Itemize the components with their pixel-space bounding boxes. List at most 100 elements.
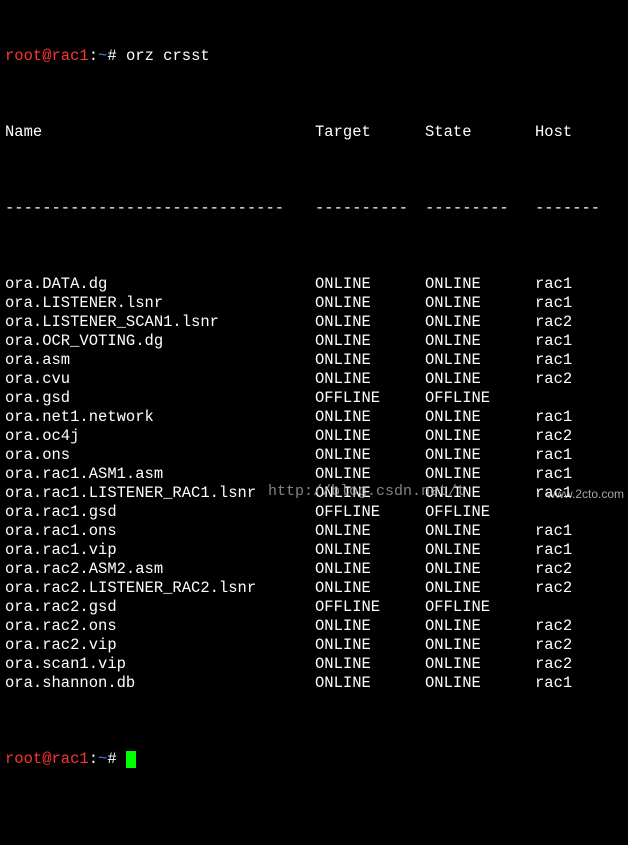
- cell-name: ora.net1.network: [5, 408, 154, 426]
- cell-target: ONLINE: [315, 636, 371, 654]
- table-row: ora.rac1.vip ONLINE ONLINE rac1: [5, 541, 628, 560]
- cell-host: rac2: [535, 579, 573, 597]
- cell-name: ora.scan1.vip: [5, 655, 126, 673]
- header-target: Target: [315, 123, 371, 141]
- cell-target: ONLINE: [315, 427, 371, 445]
- cell-target: ONLINE: [315, 275, 371, 293]
- prompt-path: ~: [98, 47, 108, 65]
- cell-host: rac1: [535, 408, 573, 426]
- cell-name: ora.cvu: [5, 370, 71, 388]
- prompt-user: root@rac1: [5, 47, 89, 65]
- cell-state: ONLINE: [425, 560, 481, 578]
- table-row: ora.OCR_VOTING.dg ONLINE ONLINE rac1: [5, 332, 628, 351]
- cell-name: ora.shannon.db: [5, 674, 136, 692]
- cell-name: ora.ons: [5, 446, 71, 464]
- rule-target: ----------: [315, 199, 409, 217]
- cell-state: ONLINE: [425, 294, 481, 312]
- active-prompt-line[interactable]: root@rac1: ~ #: [5, 750, 628, 769]
- table-row: ora.oc4j ONLINE ONLINE rac2: [5, 427, 628, 446]
- cell-host: rac2: [535, 313, 573, 331]
- cell-target: OFFLINE: [315, 389, 381, 407]
- table-row: ora.DATA.dg ONLINE ONLINE rac1: [5, 275, 628, 294]
- cell-name: ora.rac1.gsd: [5, 503, 117, 521]
- cell-target: ONLINE: [315, 408, 371, 426]
- table-row: ora.rac2.ons ONLINE ONLINE rac2: [5, 617, 628, 636]
- prompt-symbol: #: [107, 750, 117, 768]
- prompt-separator: :: [88, 750, 99, 768]
- cell-target: ONLINE: [315, 560, 371, 578]
- cell-state: ONLINE: [425, 579, 481, 597]
- table-row: ora.LISTENER_SCAN1.lsnr ONLINE ONLINE rac2: [5, 313, 628, 332]
- cell-host: rac1: [535, 674, 573, 692]
- table-row: ora.net1.network ONLINE ONLINE rac1: [5, 408, 628, 427]
- table-row: ora.rac2.LISTENER_RAC2.lsnr ONLINE ONLINE r…: [5, 579, 628, 598]
- cell-target: ONLINE: [315, 294, 371, 312]
- cell-host: rac2: [535, 370, 573, 388]
- cell-host: rac1: [535, 351, 573, 369]
- prompt-path: ~: [98, 750, 108, 768]
- cell-target: ONLINE: [315, 541, 371, 559]
- cell-name: ora.LISTENER_SCAN1.lsnr: [5, 313, 219, 331]
- cell-host: rac1: [535, 294, 573, 312]
- cell-state: OFFLINE: [425, 503, 491, 521]
- table-row: ora.rac2.ASM2.asm ONLINE ONLINE rac2: [5, 560, 628, 579]
- cell-state: OFFLINE: [425, 598, 491, 616]
- table-row: ora.gsd OFFLINE OFFLINE: [5, 389, 628, 408]
- cell-host: rac2: [535, 427, 573, 445]
- cell-state: OFFLINE: [425, 389, 491, 407]
- cell-target: ONLINE: [315, 446, 371, 464]
- cell-name: ora.DATA.dg: [5, 275, 108, 293]
- prompt-user: root@rac1: [5, 750, 89, 768]
- cell-state: ONLINE: [425, 408, 481, 426]
- table-row: ora.rac1.gsd OFFLINE OFFLINE: [5, 503, 628, 522]
- brand-logo-text: www.2cto.com: [546, 487, 624, 501]
- header-state: State: [425, 123, 472, 141]
- cell-name: ora.asm: [5, 351, 71, 369]
- cell-name: ora.rac2.gsd: [5, 598, 117, 616]
- prompt-symbol: #: [107, 47, 117, 65]
- cell-target: OFFLINE: [315, 598, 381, 616]
- watermark-url: http://blog.csdn.net/t: [268, 483, 467, 500]
- cell-host: rac1: [535, 332, 573, 350]
- cell-target: ONLINE: [315, 579, 371, 597]
- cell-state: ONLINE: [425, 427, 481, 445]
- cell-target: ONLINE: [315, 351, 371, 369]
- cell-name: ora.rac1.ons: [5, 522, 117, 540]
- table-row: ora.rac2.vip ONLINE ONLINE rac2: [5, 636, 628, 655]
- cell-name: ora.OCR_VOTING.dg: [5, 332, 164, 350]
- header-host: Host: [535, 123, 573, 141]
- cell-target: ONLINE: [315, 370, 371, 388]
- cell-state: ONLINE: [425, 674, 481, 692]
- cell-host: rac1: [535, 446, 573, 464]
- cell-state: ONLINE: [425, 522, 481, 540]
- cell-host: rac1: [535, 522, 573, 540]
- cell-name: ora.rac2.vip: [5, 636, 117, 654]
- cell-name: ora.rac2.LISTENER_RAC2.lsnr: [5, 579, 257, 597]
- cell-state: ONLINE: [425, 541, 481, 559]
- table-row: ora.rac2.gsd OFFLINE OFFLINE: [5, 598, 628, 617]
- cell-name: ora.gsd: [5, 389, 71, 407]
- cell-target: ONLINE: [315, 332, 371, 350]
- cell-state: ONLINE: [425, 617, 481, 635]
- cell-name: ora.oc4j: [5, 427, 80, 445]
- cell-host: rac1: [535, 465, 573, 483]
- cell-target: ONLINE: [315, 522, 371, 540]
- cell-name: ora.LISTENER.lsnr: [5, 294, 164, 312]
- cell-host: rac2: [535, 636, 573, 654]
- prompt-separator: :: [88, 47, 99, 65]
- table-row: ora.scan1.vip ONLINE ONLINE rac2: [5, 655, 628, 674]
- cell-target: ONLINE: [315, 313, 371, 331]
- table-row: ora.asm ONLINE ONLINE rac1: [5, 351, 628, 370]
- cell-name: ora.rac2.ons: [5, 617, 117, 635]
- cell-target: ONLINE: [315, 674, 371, 692]
- command-line: root@rac1: ~ # orz crsst: [5, 47, 628, 66]
- terminal-window[interactable]: root@rac1: ~ # orz crsst Name Target State Ho…: [0, 0, 628, 768]
- rule-state: ---------: [425, 199, 509, 217]
- table-row: ora.shannon.db ONLINE ONLINE rac1: [5, 674, 628, 693]
- cell-target: ONLINE: [315, 655, 371, 673]
- cell-state: ONLINE: [425, 636, 481, 654]
- cell-host: rac1: [535, 275, 573, 293]
- text-cursor[interactable]: [125, 751, 136, 768]
- cell-host: rac2: [535, 560, 573, 578]
- cell-state: ONLINE: [425, 332, 481, 350]
